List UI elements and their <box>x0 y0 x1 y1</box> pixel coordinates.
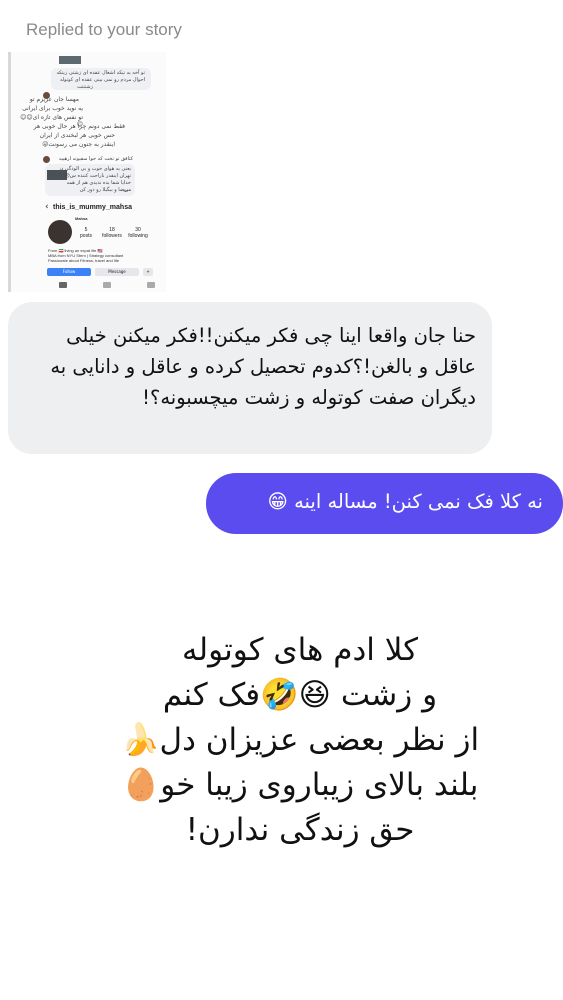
thumb-line: زشتتتت <box>76 84 93 90</box>
replied-to-story-label: Replied to your story <box>26 20 182 39</box>
thumb-line: اینقدر به جنون می رسونت😜 <box>42 141 115 148</box>
thumb-line: یه نوید خوب برای ایرانی <box>22 105 83 112</box>
thumb-message-button: Message <box>95 268 139 276</box>
received-message-bubble[interactable]: حنا جان واقعا اینا چی فکر میکنن!!فکر میک… <box>8 302 492 454</box>
story-screenshot: تو آخه یه تیکه اشغال عقده ای زشتی زیتکه … <box>15 52 163 292</box>
thumb-bio-line: Passionate about Fitness, travel and lif… <box>48 258 119 263</box>
thumb-grid-icon <box>59 282 67 288</box>
thumb-line: فقط نمی دونم چرا هر حال خوبی هر <box>33 123 125 130</box>
sent-message-text: نه کلا فک نمی کنن! مساله اینه <box>294 490 543 513</box>
thumb-reels-icon <box>103 282 111 288</box>
story-text-overlay: کلا ادم های کوتوله و زشت 😆🤣فک کنم از نظر… <box>40 628 560 853</box>
thumb-line: مریضا و بیگیلا رو دور کن <box>79 187 131 193</box>
thumb-follow-button: Follow <box>47 268 91 276</box>
story-line-part: و زشت <box>331 677 438 713</box>
thumb-add-person-icon: + <box>143 268 153 276</box>
banana-icon: 🍌 <box>120 722 160 758</box>
story-line: بلند بالای زیباروی زیبا خو🥚 <box>40 763 560 808</box>
story-line-part: فک کنم <box>162 677 261 713</box>
thumb-tagged-icon <box>147 282 155 288</box>
thumb-stat-label: posts <box>80 233 92 239</box>
thumb-profile-username: this_is_mummy_mahsa <box>53 204 132 211</box>
story-line-part: بلند بالای زیباروی زیبا خو <box>160 767 479 803</box>
thumb-line: تو آخه یه تیکه اشغال عقده ای زشتی زیتکه <box>56 70 145 76</box>
thumb-line: احوال مردم رو نمی بینی عقده ای کوتوله <box>59 77 145 83</box>
story-line: و زشت 😆🤣فک کنم <box>40 673 560 718</box>
egg-icon: 🥚 <box>121 767 161 803</box>
thumb-line: حس خوبی هر لبخندی از ایران <box>39 132 115 139</box>
thumb-stat-label: following <box>128 233 148 239</box>
thumb-profile-avatar <box>48 220 72 244</box>
story-line: کلا ادم های کوتوله <box>182 632 418 668</box>
received-message-text: حنا جان واقعا اینا چی فکر میکنن!!فکر میک… <box>50 324 476 409</box>
laughing-face-icon: 😆🤣 <box>260 677 331 713</box>
back-arrow-icon: ‹ <box>45 202 49 212</box>
thumb-line: مهسا جان عزیزم تو <box>29 96 79 103</box>
sent-message-content: نه کلا فک نمی کنن! مساله اینه 😁 <box>268 487 543 517</box>
sent-message-bubble[interactable]: نه کلا فک نمی کنن! مساله اینه 😁 <box>206 473 563 534</box>
grinning-face-icon: 😁 <box>267 490 288 513</box>
story-thumbnail[interactable]: تو آخه یه تیکه اشغال عقده ای زشتی زیتکه … <box>8 52 166 292</box>
thumb-stat-label: followers <box>102 233 122 239</box>
thumb-line: کثافق تو تخت که خوا سقیونه ارهییه <box>58 156 133 162</box>
story-line-part: از نظر بعضی عزیزان دل <box>159 722 480 758</box>
thumb-image <box>59 56 81 64</box>
story-line: حق زندگی ندارن! <box>185 812 415 848</box>
story-line: از نظر بعضی عزیزان دل🍌 <box>40 718 560 763</box>
thumb-line: تهران اینقدر ناراحت کننده س😣 <box>64 173 131 179</box>
thumb-profile-name: Mahsa <box>75 216 88 221</box>
thumb-line: یعنی یه هوای خوب و بی الودگی در <box>58 166 131 172</box>
